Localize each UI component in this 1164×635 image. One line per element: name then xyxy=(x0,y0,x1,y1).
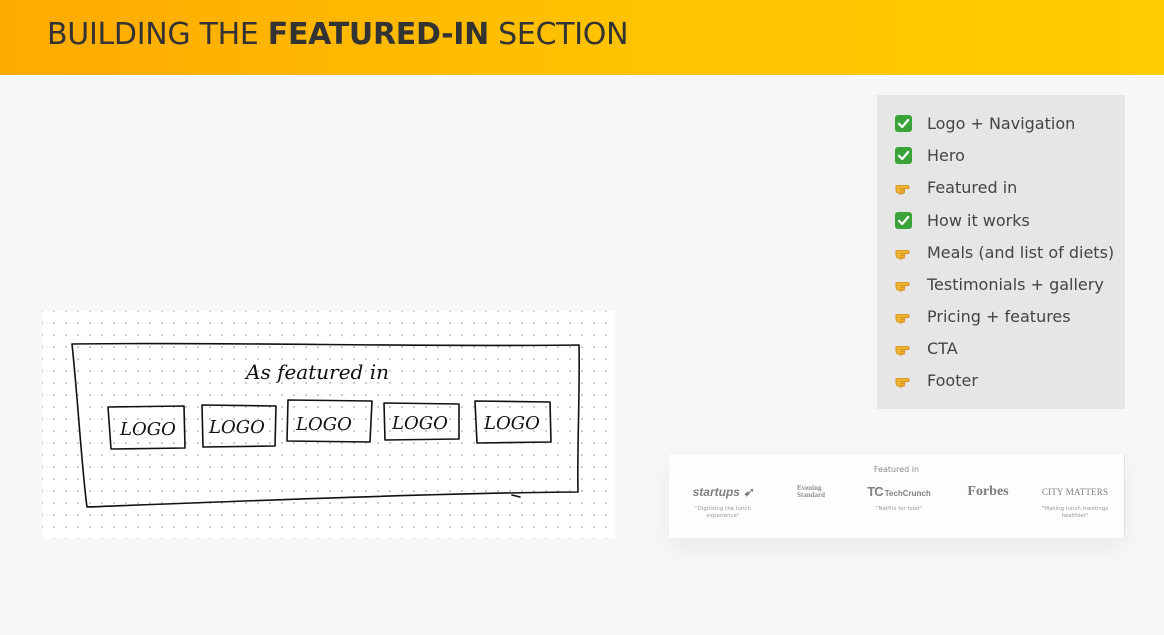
checklist-item-label: CTA xyxy=(927,338,958,358)
checklist-item-label: Meals (and list of diets) xyxy=(927,242,1115,262)
startups-logo: startups ➹ xyxy=(679,482,767,502)
city-matters-logo: CITY MATTERS xyxy=(1041,487,1109,497)
press-quote: "Netflix for food" xyxy=(875,506,923,512)
checklist-item-label: Footer xyxy=(927,370,978,390)
checklist-item: Meals (and list of diets) xyxy=(895,239,1114,265)
check-mark-icon xyxy=(895,114,912,132)
pointing-hand-icon xyxy=(895,244,912,261)
rocket-icon: ➹ xyxy=(743,485,754,499)
startups-wordmark: startups xyxy=(692,485,740,499)
title-prefix: BUILDING THE xyxy=(47,17,268,52)
press-logo-item: startups ➹ "Digitising the lunch experie… xyxy=(679,482,767,520)
check-mark-icon xyxy=(895,146,912,164)
checklist-item-label: Hero xyxy=(927,145,965,165)
checklist-item: Featured in xyxy=(895,174,1017,200)
checklist-item: Hero xyxy=(895,142,965,168)
checklist-item: CTA xyxy=(895,335,958,361)
wireframe-sketch: As featured in LOGO LOGO LOGO LOGO LOGO xyxy=(42,311,615,539)
checklist-item: Pricing + features xyxy=(895,303,1071,329)
press-quote: "Digitising the lunch experience" xyxy=(695,506,751,519)
sketch-logo-label: LOGO xyxy=(483,413,540,434)
preview-heading: Featured in xyxy=(873,465,920,474)
checklist-item-label: How it works xyxy=(927,210,1030,230)
check-mark-icon xyxy=(895,211,912,229)
sketch-drawing: As featured in LOGO LOGO LOGO LOGO LOGO xyxy=(71,342,581,508)
press-logo-item: Forbes xyxy=(944,482,1032,506)
title-highlight: FEATURED-IN xyxy=(267,17,489,52)
sketch-logo-label: LOGO xyxy=(391,413,448,434)
forbes-logo: Forbes xyxy=(967,484,1009,499)
sketch-logo-label: LOGO xyxy=(295,414,352,435)
pointing-hand-icon xyxy=(895,276,912,293)
featured-in-preview: Featured in startups ➹ "Digitising the l… xyxy=(669,454,1125,538)
checklist-item: How it works xyxy=(895,207,1030,233)
pointing-hand-icon xyxy=(895,179,912,196)
evening-standard-logo: Evening Standard xyxy=(767,482,855,502)
press-quote: "Making lunch meetings healthier" xyxy=(1041,506,1109,519)
pointing-hand-icon xyxy=(895,340,912,357)
section-checklist: Logo + Navigation Hero Featured in How i… xyxy=(877,95,1125,409)
checklist-item-label: Featured in xyxy=(927,177,1018,197)
header-bar: BUILDING THE FEATURED-IN SECTION xyxy=(0,0,1164,75)
press-logo-item: TC TechCrunch "Netflix for food" xyxy=(855,482,943,513)
techcrunch-logo: TC TechCrunch xyxy=(855,482,943,502)
sketch-logo-label: LOGO xyxy=(208,417,265,438)
sketch-heading: As featured in xyxy=(244,360,389,384)
checklist-item: Testimonials + gallery xyxy=(895,271,1104,297)
page-title: BUILDING THE FEATURED-IN SECTION xyxy=(47,15,629,55)
checklist-item: Footer xyxy=(895,367,978,393)
checklist-item-label: Logo + Navigation xyxy=(927,113,1076,133)
press-logo-item: Evening Standard xyxy=(767,482,855,506)
press-logo-item: CITY MATTERS "Making lunch meetings heal… xyxy=(1031,482,1119,520)
checklist-item: Logo + Navigation xyxy=(895,110,1075,136)
techcrunch-mark: TC xyxy=(867,484,883,499)
checklist-item-label: Pricing + features xyxy=(927,306,1071,326)
pointing-hand-icon xyxy=(895,308,912,325)
evening-standard-line2: Standard xyxy=(796,491,825,499)
pointing-hand-icon xyxy=(895,372,912,389)
techcrunch-wordmark: TechCrunch xyxy=(884,489,931,498)
sketch-logo-label: LOGO xyxy=(119,419,176,440)
title-suffix: SECTION xyxy=(488,17,629,52)
checklist-item-label: Testimonials + gallery xyxy=(927,274,1104,294)
